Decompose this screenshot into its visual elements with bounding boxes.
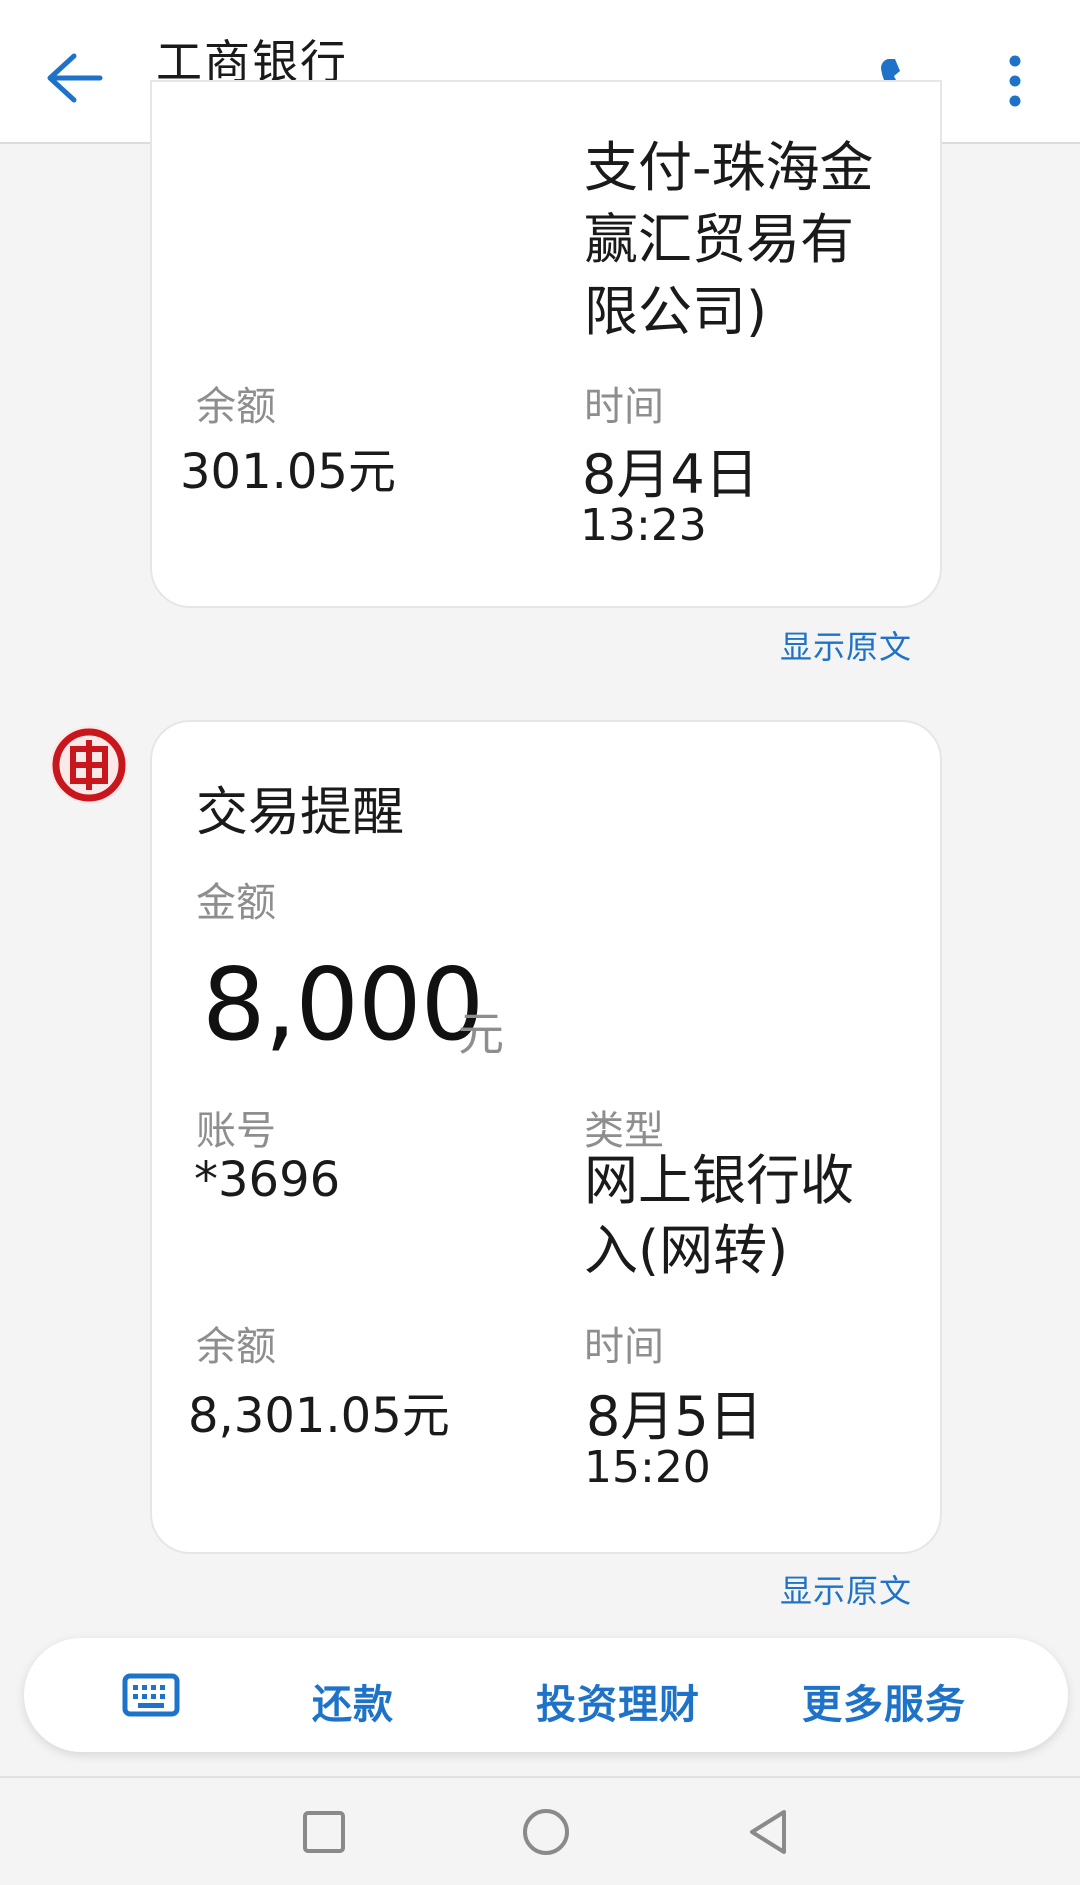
system-nav-bar (0, 1776, 1080, 1885)
more-vertical-icon (1009, 55, 1021, 107)
repayment-button[interactable]: 还款 (312, 1672, 394, 1730)
investment-button[interactable]: 投资理财 (536, 1672, 700, 1730)
recent-apps-icon (303, 1811, 345, 1853)
account-value: *3696 (194, 1152, 341, 1208)
more-services-button[interactable]: 更多服务 (802, 1672, 966, 1730)
time-value: 15:20 (584, 1442, 711, 1493)
icbc-logo-icon (50, 726, 128, 804)
keyboard-icon (122, 1673, 180, 1717)
merchant-name: 支付-珠海金赢汇贸易有限公司) (584, 136, 874, 343)
sms-card-2[interactable]: 交易提醒 金额 8,000 元 账号 *3696 类型 网上银行收入(网转) 余… (150, 720, 942, 1554)
home-icon (523, 1809, 569, 1855)
type-value: 网上银行收入(网转) (584, 1149, 854, 1282)
show-original-link[interactable]: 显示原文 (780, 1566, 912, 1612)
back-button[interactable] (40, 44, 108, 112)
time-label: 时间 (584, 384, 664, 430)
amount-label: 金额 (196, 880, 276, 926)
keyboard-button[interactable] (118, 1668, 184, 1722)
show-original-link[interactable]: 显示原文 (780, 622, 912, 668)
balance-label: 余额 (196, 1324, 276, 1370)
account-label: 账号 (196, 1108, 276, 1154)
recent-apps-button[interactable] (292, 1800, 356, 1864)
balance-value: 8,301.05元 (188, 1388, 450, 1444)
message-title: 交易提醒 (196, 783, 405, 843)
quick-action-bar: 还款 投资理财 更多服务 (24, 1638, 1068, 1752)
amount-unit: 元 (458, 1007, 504, 1061)
home-button[interactable] (514, 1800, 578, 1864)
time-value: 13:23 (580, 500, 707, 551)
balance-label: 余额 (196, 384, 276, 430)
back-arrow-icon (47, 53, 103, 103)
back-icon (750, 1810, 786, 1854)
more-options-button[interactable] (990, 46, 1040, 116)
date-value: 8月4日 (582, 443, 759, 506)
amount-value: 8,000 (202, 946, 484, 1063)
date-value: 8月5日 (586, 1385, 763, 1448)
sms-card-1[interactable]: 支付-珠海金赢汇贸易有限公司) 余额 301.05元 时间 8月4日 13:23 (150, 80, 942, 608)
time-label: 时间 (584, 1324, 664, 1370)
balance-value: 301.05元 (180, 444, 396, 500)
back-nav-button[interactable] (736, 1800, 800, 1864)
